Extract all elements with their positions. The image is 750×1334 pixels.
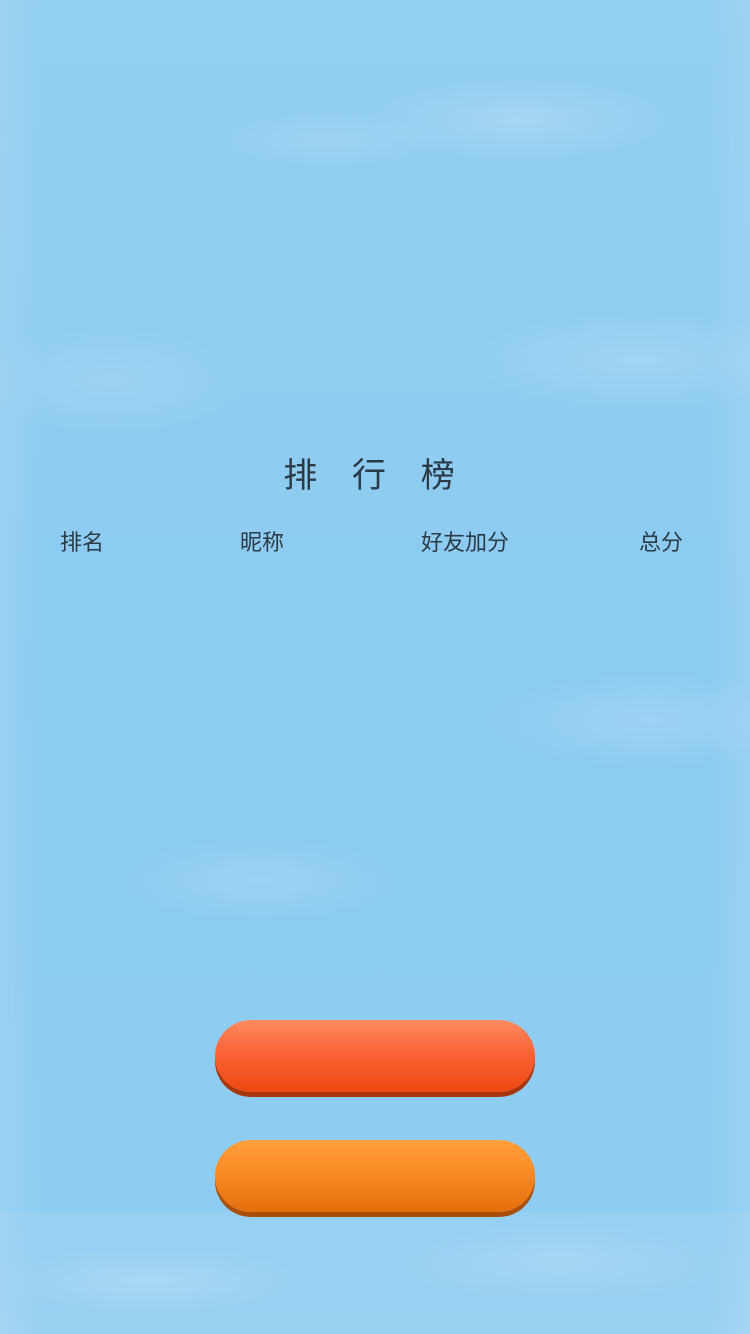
background-edge-right [710, 0, 750, 1334]
ranking-list [40, 580, 710, 1000]
column-header-friend-bonus: 好友加分 [421, 531, 510, 556]
page-title: 排 行 榜 [283, 456, 467, 496]
background-edge-left [0, 0, 40, 1334]
background-bottom-band [0, 1212, 750, 1334]
column-header-nickname: 昵称 [240, 531, 285, 556]
secondary-button[interactable] [215, 1140, 535, 1212]
column-header-total: 总分 [639, 531, 684, 556]
primary-button[interactable] [215, 1020, 535, 1092]
column-header-rank: 排名 [60, 531, 105, 556]
